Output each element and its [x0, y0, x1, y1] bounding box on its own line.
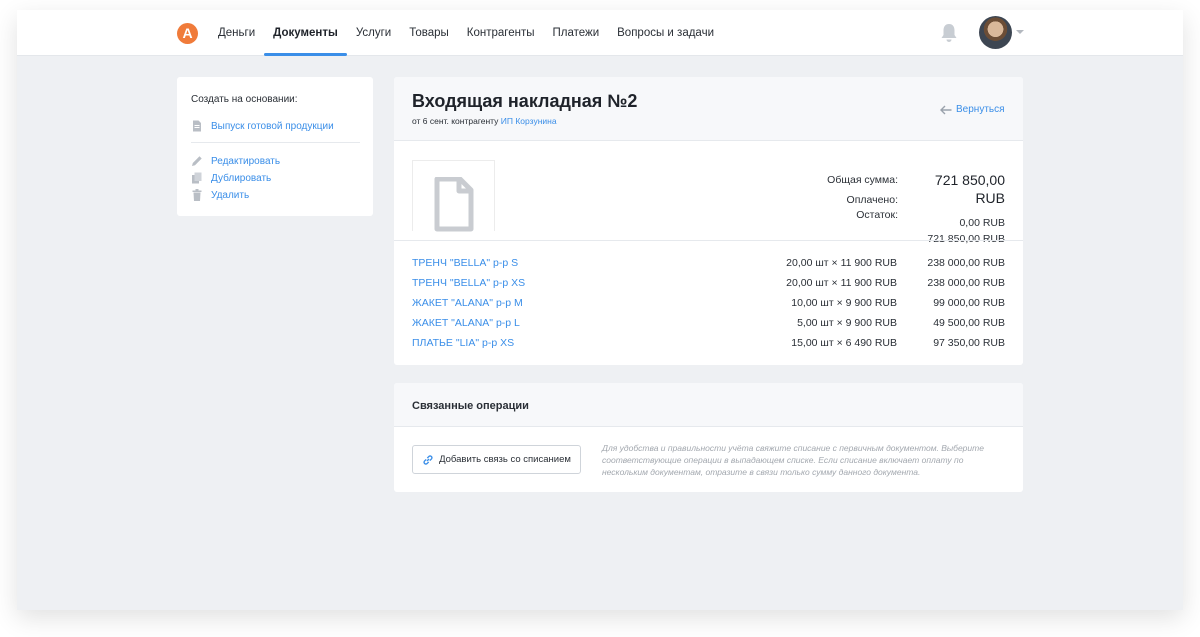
item-name-link[interactable]: ТРЕНЧ "BELLA" р-р XS — [412, 277, 525, 289]
item-sum: 238 000,00 RUB — [927, 277, 1005, 289]
create-based-on-label: Создать на основании: — [191, 94, 298, 105]
counterparty-link[interactable]: ИП Корзунина — [501, 116, 557, 126]
trash-icon — [192, 189, 202, 201]
table-row: ТРЕНЧ "BELLA" р-р S 20,00 шт × 11 900 RU… — [412, 257, 1005, 277]
document-thumbnail[interactable] — [412, 160, 495, 232]
total-currency: RUB — [975, 190, 1005, 206]
app-window: A Деньги Документы Услуги Товары Контраг… — [17, 10, 1183, 610]
edit-label: Редактировать — [211, 155, 281, 167]
create-production-output-label: Выпуск готовой продукции — [211, 120, 334, 132]
table-row: ЖАКЕТ "ALANA" р-р M 10,00 шт × 9 900 RUB… — [412, 297, 1005, 317]
table-row: ПЛАТЬЕ "LIA" р-р XS 15,00 шт × 6 490 RUB… — [412, 337, 1005, 357]
related-operations-card: Связанные операции Добавить связь со спи… — [394, 383, 1023, 492]
total-value: 721 850,00 — [934, 172, 1005, 188]
arrow-left-icon — [940, 105, 952, 114]
edit-action[interactable]: Редактировать — [191, 155, 280, 167]
divider — [191, 142, 360, 143]
back-label: Вернуться — [956, 104, 1005, 115]
document-icon — [193, 120, 201, 132]
item-quantity: 10,00 шт × 9 900 RUB — [791, 297, 897, 309]
item-name-link[interactable]: ЖАКЕТ "ALANA" р-р L — [412, 317, 520, 329]
item-quantity: 20,00 шт × 11 900 RUB — [786, 257, 897, 269]
bell-icon[interactable] — [940, 23, 958, 43]
user-avatar[interactable] — [979, 16, 1012, 49]
item-sum: 97 350,00 RUB — [933, 337, 1005, 349]
item-quantity: 5,00 шт × 9 900 RUB — [797, 317, 897, 329]
delete-label: Удалить — [211, 189, 250, 201]
delete-action[interactable]: Удалить — [191, 189, 249, 201]
related-operations-hint: Для удобства и правильности учёта свяжит… — [602, 443, 984, 477]
duplicate-action[interactable]: Дублировать — [191, 172, 271, 184]
nav-item-payments[interactable]: Платежи — [544, 10, 609, 56]
rest-label: Остаток: — [856, 209, 898, 221]
add-writeoff-link-label: Добавить связь со списанием — [439, 454, 571, 465]
main-nav: Деньги Документы Услуги Товары Контраген… — [209, 10, 723, 56]
item-name-link[interactable]: ПЛАТЬЕ "LIA" р-р XS — [412, 337, 514, 349]
nav-item-goods[interactable]: Товары — [400, 10, 458, 56]
document-date-prefix: от 6 сент. контрагенту — [412, 116, 499, 126]
related-operations-header: Связанные операции — [394, 383, 1023, 427]
nav-item-money[interactable]: Деньги — [209, 10, 264, 56]
related-operations-title: Связанные операции — [412, 400, 529, 412]
nav-item-documents[interactable]: Документы — [264, 10, 347, 56]
file-icon — [434, 177, 474, 232]
page-title: Входящая накладная №2 — [412, 91, 638, 111]
item-sum: 49 500,00 RUB — [933, 317, 1005, 329]
sidebar-actions-panel: Создать на основании: Выпуск готовой про… — [177, 77, 373, 216]
item-sum: 99 000,00 RUB — [933, 297, 1005, 309]
rest-value: 721 850,00 RUB — [927, 233, 1005, 245]
item-name-link[interactable]: ТРЕНЧ "BELLA" р-р S — [412, 257, 518, 269]
copy-icon — [192, 172, 202, 184]
item-quantity: 15,00 шт × 6 490 RUB — [791, 337, 897, 349]
paid-value: 0,00 RUB — [959, 217, 1005, 229]
logo[interactable]: A — [177, 23, 198, 44]
document-subtitle: от 6 сент. контрагенту ИП Корзунина — [412, 116, 557, 126]
item-quantity: 20,00 шт × 11 900 RUB — [786, 277, 897, 289]
totals-labels: Общая сумма: Оплачено: Остаток: — [820, 167, 898, 221]
item-sum: 238 000,00 RUB — [927, 257, 1005, 269]
nav-item-counterparties[interactable]: Контрагенты — [458, 10, 544, 56]
add-writeoff-link-button[interactable]: Добавить связь со списанием — [412, 445, 581, 474]
pencil-icon — [192, 156, 202, 166]
item-name-link[interactable]: ЖАКЕТ "ALANA" р-р M — [412, 297, 523, 309]
nav-item-services[interactable]: Услуги — [347, 10, 400, 56]
paid-label: Оплачено: — [846, 194, 898, 206]
totals-values: 721 850,00 RUB 0,00 RUB 721 850,00 RUB — [906, 167, 1005, 245]
nav-item-questions[interactable]: Вопросы и задачи — [608, 10, 723, 56]
create-production-output-link[interactable]: Выпуск готовой продукции — [191, 120, 334, 132]
document-header: Входящая накладная №2 от 6 сент. контраг… — [394, 77, 1023, 141]
link-icon — [423, 454, 433, 465]
chevron-down-icon[interactable] — [1016, 30, 1024, 34]
table-row: ЖАКЕТ "ALANA" р-р L 5,00 шт × 9 900 RUB … — [412, 317, 1005, 337]
top-navigation-bar: A Деньги Документы Услуги Товары Контраг… — [17, 10, 1183, 56]
duplicate-label: Дублировать — [211, 172, 272, 184]
total-label: Общая сумма: — [827, 174, 898, 186]
table-row: ТРЕНЧ "BELLA" р-р XS 20,00 шт × 11 900 R… — [412, 277, 1005, 297]
divider — [394, 240, 1023, 241]
back-link[interactable]: Вернуться — [940, 104, 1005, 115]
document-card: Входящая накладная №2 от 6 сент. контраг… — [394, 77, 1023, 365]
